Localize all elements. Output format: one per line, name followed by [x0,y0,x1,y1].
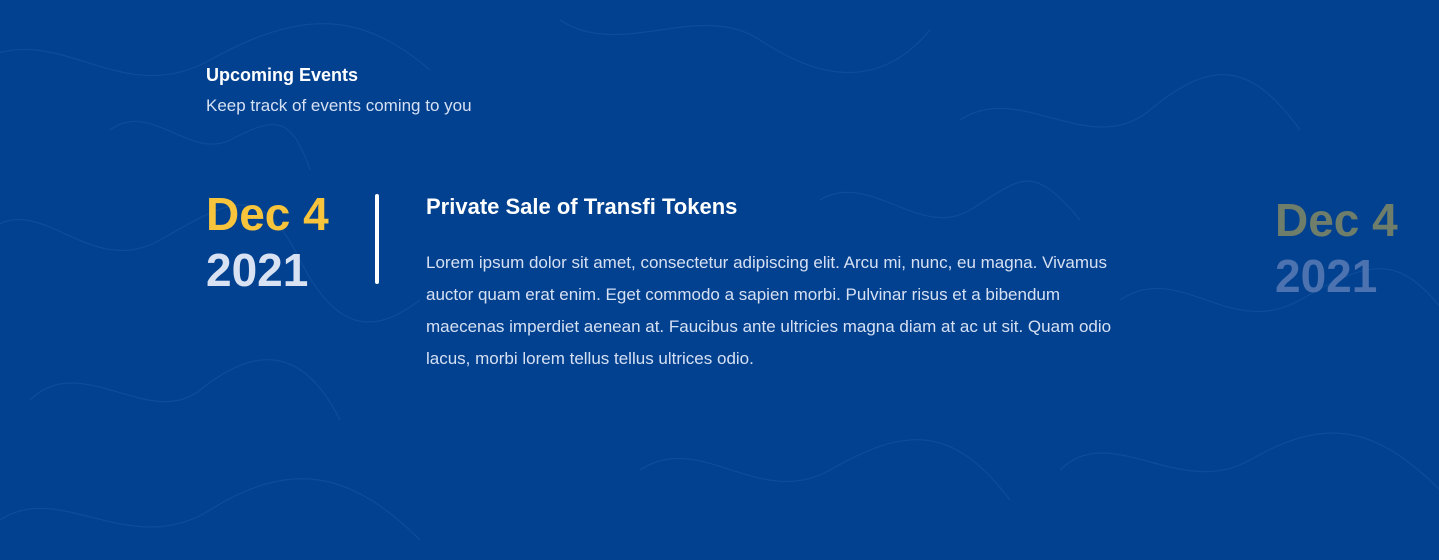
event-date: Dec 4 2021 [206,188,329,296]
section-header: Upcoming Events Keep track of events com… [206,64,472,117]
event-card: Private Sale of Transfi Tokens Lorem ips… [426,193,1116,375]
event-month-day: Dec 4 [206,188,329,240]
next-event-month-day: Dec 4 [1275,194,1398,246]
event-title: Private Sale of Transfi Tokens [426,194,738,219]
section-subtitle: Keep track of events coming to you [206,96,472,115]
next-event-year: 2021 [1275,250,1378,302]
next-event-date[interactable]: Dec 4 2021 [1275,194,1398,302]
section-title: Upcoming Events [206,65,359,85]
event-description: Lorem ipsum dolor sit amet, consectetur … [426,253,1112,368]
event-year: 2021 [206,244,309,296]
event-divider [375,194,379,284]
